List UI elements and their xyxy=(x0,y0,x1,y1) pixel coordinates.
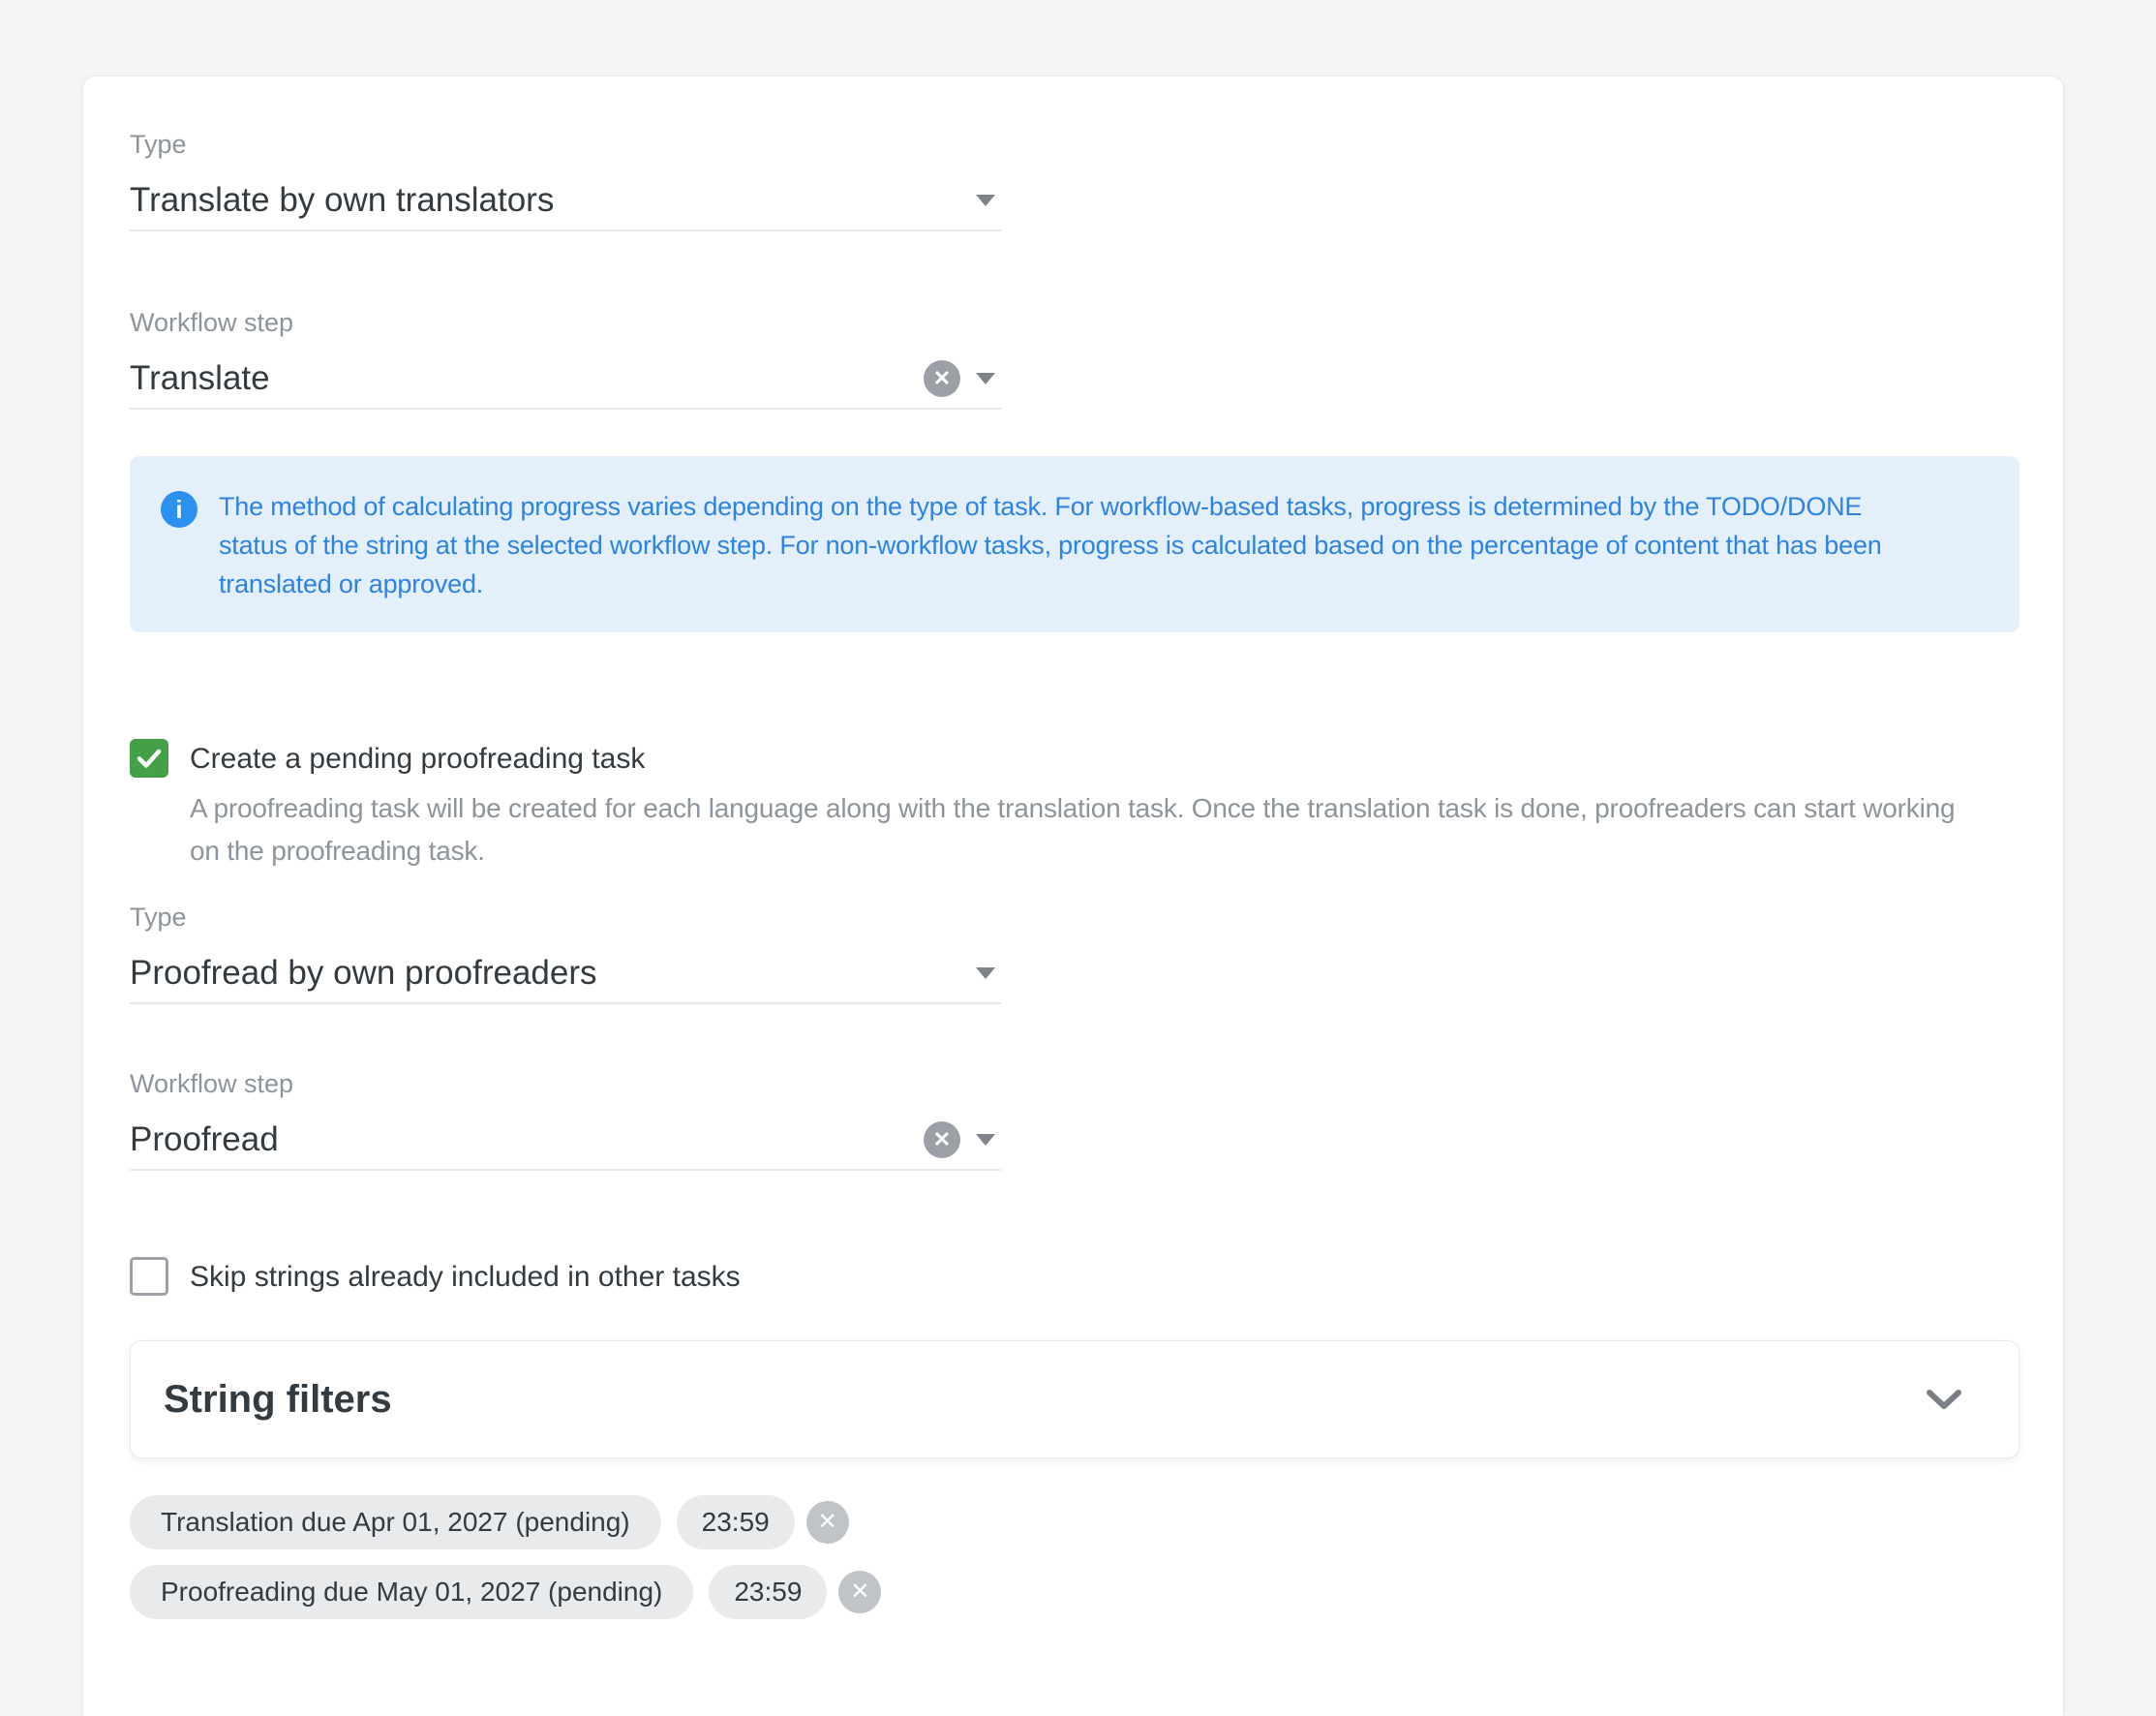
string-filters-title: String filters xyxy=(164,1378,1926,1422)
progress-info-banner: i The method of calculating progress var… xyxy=(130,456,2019,632)
translation-workflow-step-select[interactable]: Translate ✕ xyxy=(130,350,1001,410)
description-line-1: A proofreading task will be created for … xyxy=(190,787,2018,830)
proofreading-due-date-row: Proofreading due May 01, 2027 (pending) … xyxy=(130,1565,2018,1619)
chevron-down-icon xyxy=(976,1134,995,1146)
proofreading-type-select[interactable]: Proofread by own proofreaders xyxy=(130,944,1001,1004)
translation-due-date-row: Translation due Apr 01, 2027 (pending) 2… xyxy=(130,1495,2018,1549)
string-filters-panel[interactable]: String filters xyxy=(130,1340,2019,1458)
proofreading-workflow-step-field: Workflow step Proofread ✕ xyxy=(130,1068,1001,1171)
chevron-down-icon xyxy=(1926,1388,1962,1411)
chevron-down-icon xyxy=(976,967,995,979)
clear-proofreading-workflow-step-button[interactable]: ✕ xyxy=(924,1121,960,1158)
proofreading-type-label: Type xyxy=(130,902,1001,933)
close-icon: ✕ xyxy=(850,1580,869,1604)
translation-type-value: Translate by own translators xyxy=(130,181,976,220)
translation-type-label: Type xyxy=(130,129,1001,160)
progress-info-line-3: translated or approved. xyxy=(219,565,1882,603)
close-icon: ✕ xyxy=(818,1511,837,1534)
proofreading-workflow-step-select[interactable]: Proofread ✕ xyxy=(130,1111,1001,1171)
checkmark-icon xyxy=(136,745,163,772)
translation-type-field: Type Translate by own translators xyxy=(130,129,1001,231)
proofreading-type-field: Type Proofread by own proofreaders xyxy=(130,902,1001,1004)
create-proofreading-task-checkbox[interactable] xyxy=(130,739,168,778)
translation-workflow-step-label: Workflow step xyxy=(130,307,1001,338)
skip-strings-group: Skip strings already included in other t… xyxy=(130,1257,2018,1298)
translation-workflow-step-value: Translate xyxy=(130,359,924,398)
skip-strings-checkbox[interactable] xyxy=(130,1257,168,1296)
progress-info-line-1: The method of calculating progress varie… xyxy=(219,487,1882,526)
proofreading-workflow-step-label: Workflow step xyxy=(130,1068,1001,1099)
proofreading-due-date-chip[interactable]: Proofreading due May 01, 2027 (pending) xyxy=(130,1565,693,1619)
info-icon: i xyxy=(161,491,197,528)
proofreading-type-value: Proofread by own proofreaders xyxy=(130,954,976,993)
proofreading-workflow-step-value: Proofread xyxy=(130,1120,924,1159)
create-proofreading-task-label[interactable]: Create a pending proofreading task xyxy=(190,739,645,780)
progress-info-line-2: status of the string at the selected wor… xyxy=(219,526,1882,565)
skip-strings-label[interactable]: Skip strings already included in other t… xyxy=(190,1257,741,1298)
proofreading-due-time-chip[interactable]: 23:59 xyxy=(709,1565,827,1619)
clear-icon: ✕ xyxy=(933,368,951,389)
translation-type-select[interactable]: Translate by own translators xyxy=(130,171,1001,231)
translation-due-date-chip[interactable]: Translation due Apr 01, 2027 (pending) xyxy=(130,1495,661,1549)
clear-translation-workflow-step-button[interactable]: ✕ xyxy=(924,360,960,397)
chevron-down-icon xyxy=(976,195,995,206)
translation-workflow-step-field: Workflow step Translate ✕ xyxy=(130,307,1001,410)
translation-due-time-chip[interactable]: 23:59 xyxy=(677,1495,795,1549)
create-proofreading-task-description: A proofreading task will be created for … xyxy=(190,787,2018,873)
create-proofreading-task-group: Create a pending proofreading task A pro… xyxy=(130,739,2018,873)
remove-proofreading-due-date-button[interactable]: ✕ xyxy=(838,1571,881,1613)
progress-info-text: The method of calculating progress varie… xyxy=(219,487,1882,603)
remove-translation-due-date-button[interactable]: ✕ xyxy=(806,1501,849,1544)
description-line-2: on the proofreading task. xyxy=(190,830,2018,873)
task-form-card: Type Translate by own translators Workfl… xyxy=(82,76,2064,1716)
chevron-down-icon xyxy=(976,373,995,384)
clear-icon: ✕ xyxy=(933,1129,951,1150)
